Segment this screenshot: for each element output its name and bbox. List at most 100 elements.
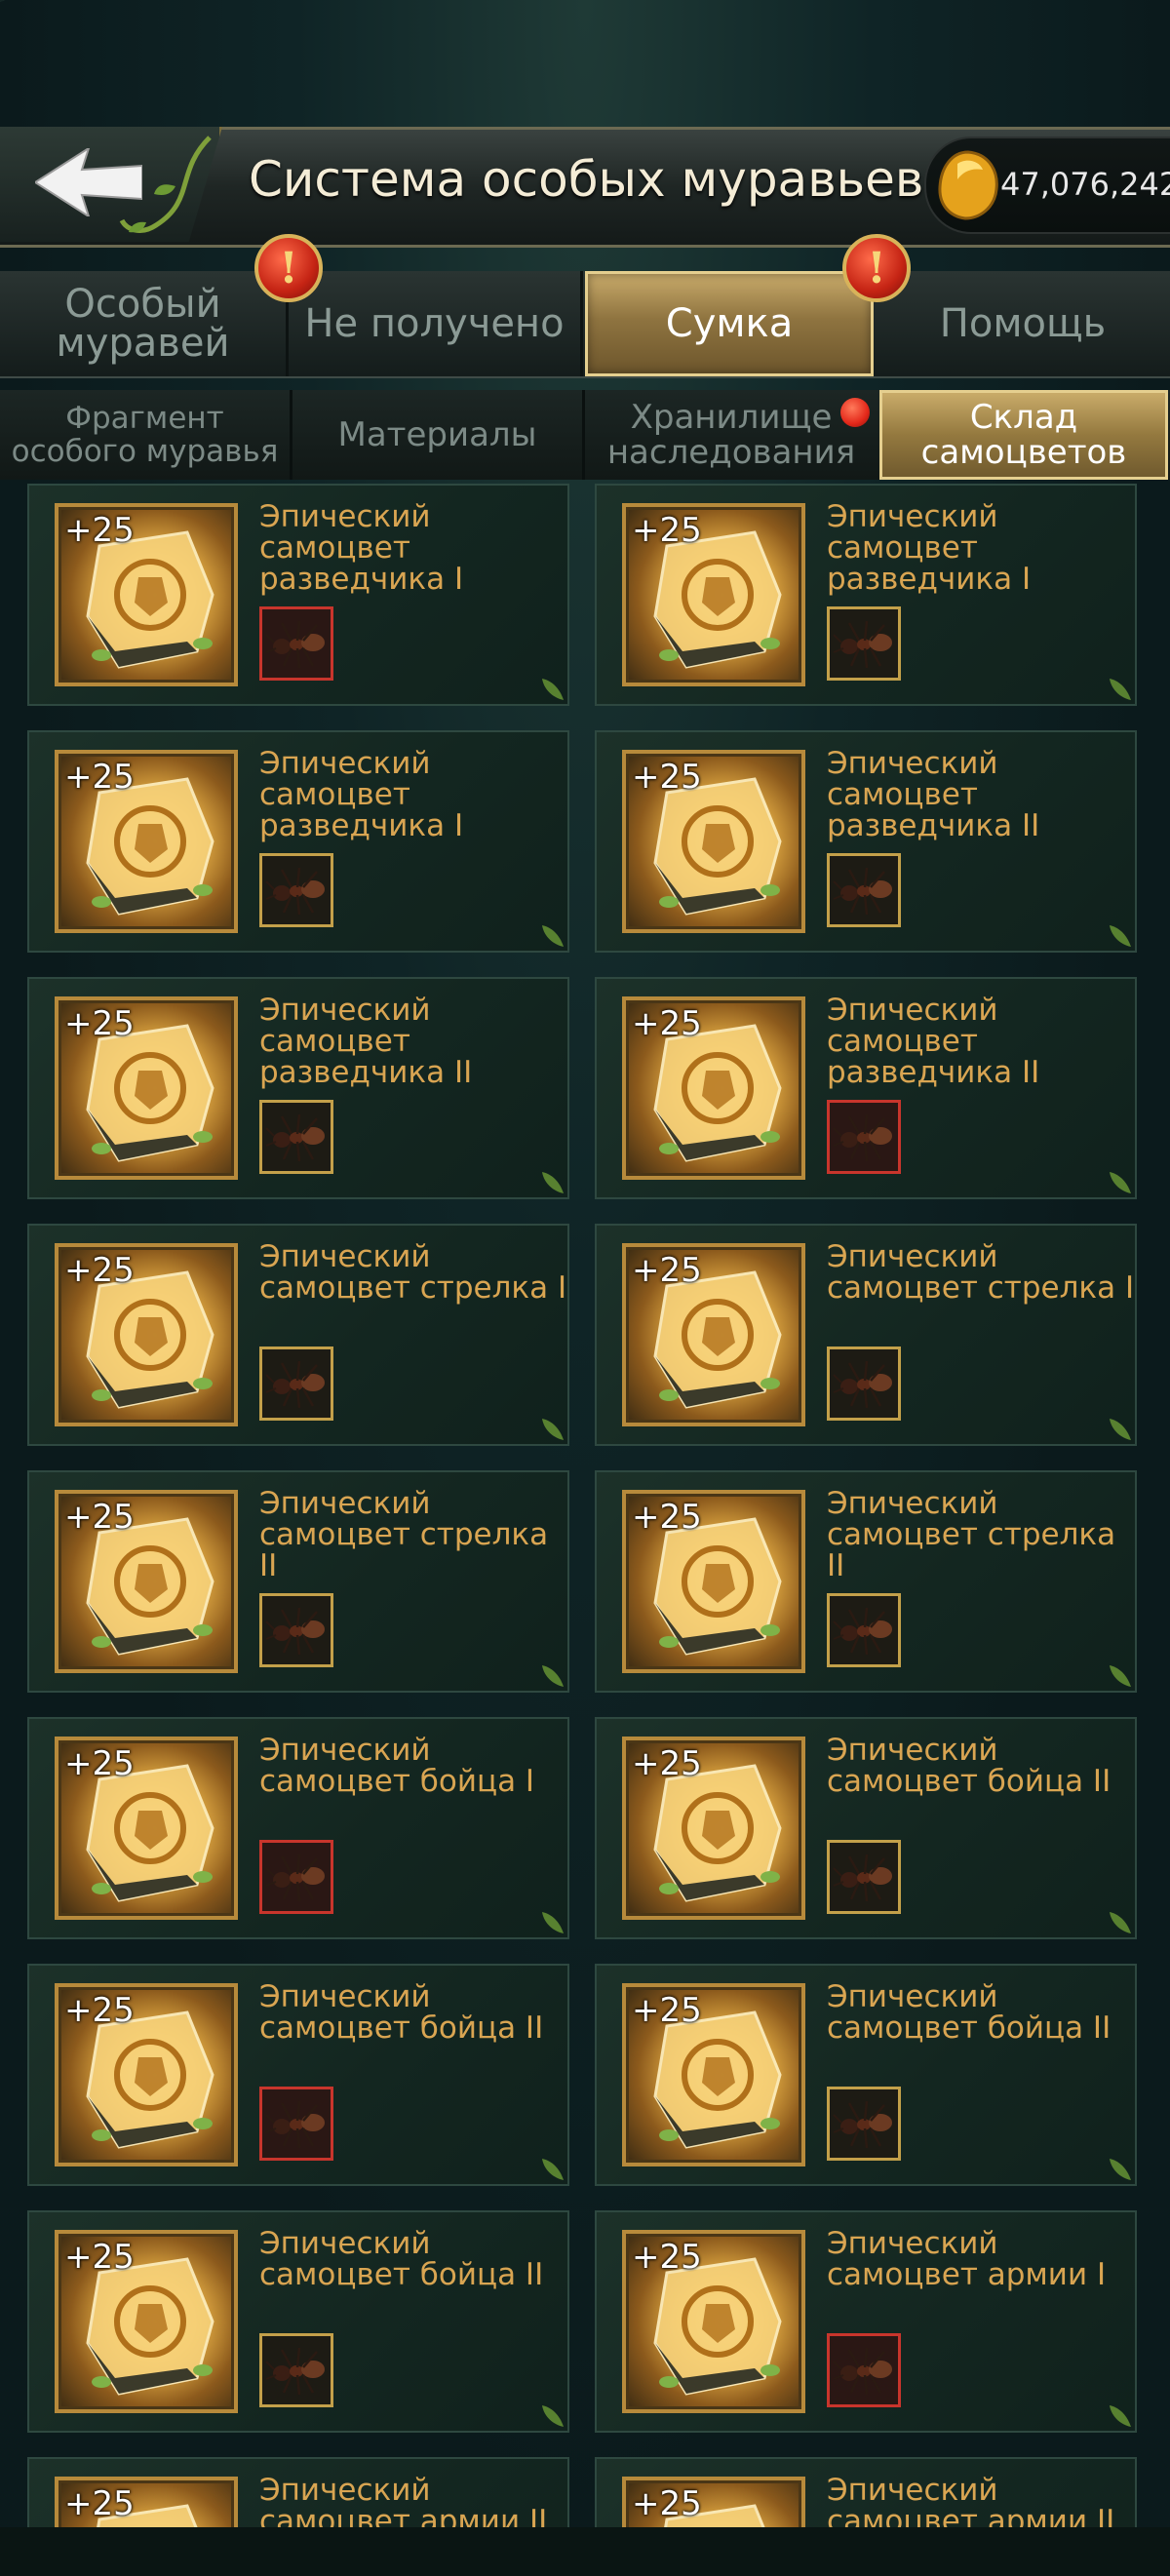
gem-icon-frame[interactable]: +25	[55, 2477, 238, 2527]
gem-level-badge: +25	[632, 1498, 702, 1537]
gem-name: Эпический самоцвет разведчика II	[259, 993, 473, 1090]
gem-level-badge: +25	[632, 1251, 702, 1290]
tab-help[interactable]: Помощь	[876, 271, 1170, 376]
gem-level-badge: +25	[64, 1744, 135, 1783]
ant-portrait[interactable]	[827, 606, 901, 681]
ant-portrait[interactable]	[259, 853, 333, 927]
gem-level-badge: +25	[64, 2484, 135, 2523]
gem-name: Эпический самоцвет бойца I	[259, 1733, 535, 1799]
ant-icon	[833, 1854, 892, 1902]
gem-icon-frame[interactable]: +25	[622, 1983, 805, 2166]
ant-icon	[833, 1113, 892, 1162]
gem-icon-frame[interactable]: +25	[622, 503, 805, 686]
gem-grid: +25 Эпический самоцвет разведчика I +25 Эпи…	[0, 480, 1170, 2527]
gem-card[interactable]: +25 Эпический самоцвет стрелка I	[595, 1224, 1137, 1446]
tab-label: Особый муравей	[56, 282, 230, 366]
ant-portrait[interactable]	[259, 606, 333, 681]
ant-portrait[interactable]	[259, 2087, 333, 2161]
alert-badge-icon: !	[842, 234, 911, 302]
subtab-gem-warehouse[interactable]: Склад самоцветов	[879, 390, 1168, 480]
ant-portrait[interactable]	[827, 853, 901, 927]
gem-card[interactable]: +25 Эпический самоцвет бойца II	[27, 1964, 569, 2186]
gem-icon-frame[interactable]: +25	[55, 503, 238, 686]
gem-card[interactable]: +25 Эпический самоцвет разведчика II	[595, 730, 1137, 953]
gem-card[interactable]: +25 Эпический самоцвет разведчика I	[27, 484, 569, 706]
gem-icon-frame[interactable]: +25	[622, 996, 805, 1180]
ant-portrait[interactable]	[259, 2333, 333, 2407]
gem-icon-frame[interactable]: +25	[55, 1737, 238, 1920]
gem-icon-frame[interactable]: +25	[622, 1737, 805, 1920]
ant-icon	[265, 1113, 325, 1162]
gem-name: Эпический самоцвет разведчика I	[827, 499, 1032, 597]
gem-icon-frame[interactable]: +25	[622, 2230, 805, 2413]
tab-special-ant[interactable]: Особый муравей	[0, 271, 289, 376]
gem-level-badge: +25	[64, 511, 135, 550]
gem-card[interactable]: +25 Эпический самоцвет разведчика I	[595, 484, 1137, 706]
gem-card[interactable]: +25 Эпический самоцвет разведчика II	[27, 977, 569, 1199]
gem-name: Эпический самоцвет бойца II	[827, 1979, 1112, 2046]
ant-portrait[interactable]	[827, 2333, 901, 2407]
gem-icon-frame[interactable]: +25	[55, 2230, 238, 2413]
gem-card[interactable]: +25 Эпический самоцвет армии II	[27, 2457, 569, 2527]
gem-level-badge: +25	[632, 511, 702, 550]
gem-name: Эпический самоцвет армии II	[259, 2473, 548, 2527]
gem-card[interactable]: +25 Эпический самоцвет бойца II	[595, 1964, 1137, 2186]
bottom-bar	[0, 2527, 1170, 2576]
ant-portrait[interactable]	[827, 2087, 901, 2161]
ant-portrait[interactable]	[259, 1840, 333, 1914]
gem-level-badge: +25	[64, 1004, 135, 1043]
gem-name: Эпический самоцвет бойца II	[259, 2226, 544, 2292]
ant-portrait[interactable]	[259, 1100, 333, 1174]
gem-card[interactable]: +25 Эпический самоцвет разведчика II	[595, 977, 1137, 1199]
tab-not-received[interactable]: Не получено	[289, 271, 583, 376]
leaf-decoration	[542, 2159, 564, 2180]
gem-card[interactable]: +25 Эпический самоцвет бойца II	[27, 2210, 569, 2433]
gem-level-badge: +25	[632, 758, 702, 797]
leaf-decoration	[542, 2405, 564, 2427]
subtab-inheritance-storage[interactable]: Хранилище наследования	[585, 390, 878, 480]
gem-icon-frame[interactable]: +25	[622, 1490, 805, 1673]
gem-icon-frame[interactable]: +25	[55, 750, 238, 933]
gem-card[interactable]: +25 Эпический самоцвет бойца II	[595, 1717, 1137, 1939]
gem-card[interactable]: +25 Эпический самоцвет бойца I	[27, 1717, 569, 1939]
gem-card[interactable]: +25 Эпический самоцвет разведчика I	[27, 730, 569, 953]
gem-name: Эпический самоцвет разведчика I	[259, 746, 464, 843]
ant-icon	[265, 2100, 325, 2149]
gem-card[interactable]: +25 Эпический самоцвет армии I	[595, 2210, 1137, 2433]
leaf-decoration	[1110, 1665, 1131, 1687]
gem-icon-frame[interactable]: +25	[55, 1243, 238, 1426]
tab-label: Помощь	[939, 301, 1107, 346]
leaf-decoration	[542, 1912, 564, 1933]
gem-icon-frame[interactable]: +25	[55, 996, 238, 1180]
ant-portrait[interactable]	[827, 1347, 901, 1421]
gem-card[interactable]: +25 Эпический самоцвет армии II	[595, 2457, 1137, 2527]
gem-card[interactable]: +25 Эпический самоцвет стрелка II	[27, 1470, 569, 1693]
leaf-decoration	[1110, 2405, 1131, 2427]
amber-gem-icon	[938, 150, 998, 220]
ant-portrait[interactable]	[827, 1840, 901, 1914]
gem-icon-frame[interactable]: +25	[622, 1243, 805, 1426]
gem-icon-frame[interactable]: +25	[622, 750, 805, 933]
gem-card[interactable]: +25 Эпический самоцвет стрелка I	[27, 1224, 569, 1446]
gem-icon-frame[interactable]: +25	[622, 2477, 805, 2527]
subtab-materials[interactable]: Материалы	[292, 390, 585, 480]
ant-portrait[interactable]	[259, 1347, 333, 1421]
leaf-decoration	[1110, 1419, 1131, 1440]
leaf-decoration	[542, 1172, 564, 1193]
gem-card[interactable]: +25 Эпический самоцвет стрелка II	[595, 1470, 1137, 1693]
ant-portrait[interactable]	[827, 1100, 901, 1174]
ant-portrait[interactable]	[827, 1593, 901, 1667]
gem-icon-frame[interactable]: +25	[55, 1490, 238, 1673]
gem-name: Эпический самоцвет разведчика I	[259, 499, 464, 597]
tab-bag[interactable]: Сумка	[585, 271, 874, 376]
ant-icon	[833, 2347, 892, 2396]
gem-name: Эпический самоцвет бойца II	[259, 1979, 544, 2046]
ant-icon	[833, 2100, 892, 2149]
subtab-fragment[interactable]: Фрагмент особого муравья	[0, 390, 292, 480]
gem-name: Эпический самоцвет разведчика II	[827, 746, 1040, 843]
currency-display: 47,076,242	[924, 137, 1170, 234]
gem-icon-frame[interactable]: +25	[55, 1983, 238, 2166]
ant-portrait[interactable]	[259, 1593, 333, 1667]
leaf-decoration	[1110, 2159, 1131, 2180]
gem-level-badge: +25	[632, 2484, 702, 2523]
